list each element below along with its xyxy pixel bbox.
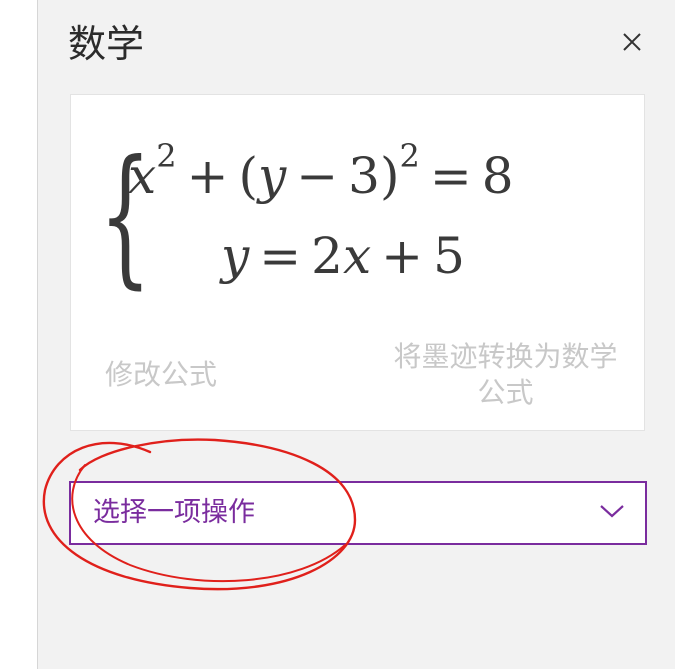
- paren-close: ): [379, 147, 400, 205]
- paren-open: (: [238, 147, 258, 205]
- constant: 5: [433, 227, 465, 285]
- constant: 8: [481, 147, 514, 205]
- operator-minus: −: [296, 147, 339, 205]
- close-icon: [623, 33, 641, 51]
- close-button[interactable]: [614, 24, 650, 60]
- operator-equals: =: [429, 147, 472, 205]
- constant: 3: [348, 147, 380, 205]
- var-x: x: [342, 227, 372, 285]
- operator-plus: +: [186, 147, 229, 205]
- choose-action-dropdown[interactable]: 选择一项操作: [69, 481, 647, 545]
- var-y: y: [257, 147, 287, 205]
- operator-plus: +: [381, 227, 424, 285]
- var-x: x: [128, 147, 157, 205]
- edit-formula-button[interactable]: 修改公式: [105, 357, 217, 393]
- convert-ink-to-math-button[interactable]: 将墨迹转换为数学公式: [393, 339, 618, 411]
- dropdown-selected-value: 选择一项操作: [93, 497, 255, 528]
- equation-preview: { x2 + (y −3)2 = 8 y = 2x +5 修改公式 将墨迹转换为数学公式: [70, 94, 645, 431]
- coefficient: 2: [311, 227, 343, 285]
- chevron-down-icon: [600, 505, 624, 518]
- equation-line-2: y = 2x +5: [221, 227, 465, 285]
- exponent: 2: [399, 137, 420, 175]
- equation-line-1: x2 + (y −3)2 = 8: [128, 140, 514, 205]
- pane-title: 数学: [68, 22, 145, 66]
- operator-equals: =: [259, 227, 302, 285]
- exponent: 2: [156, 137, 177, 175]
- var-y: y: [221, 227, 250, 285]
- left-panel-edge: [0, 0, 38, 669]
